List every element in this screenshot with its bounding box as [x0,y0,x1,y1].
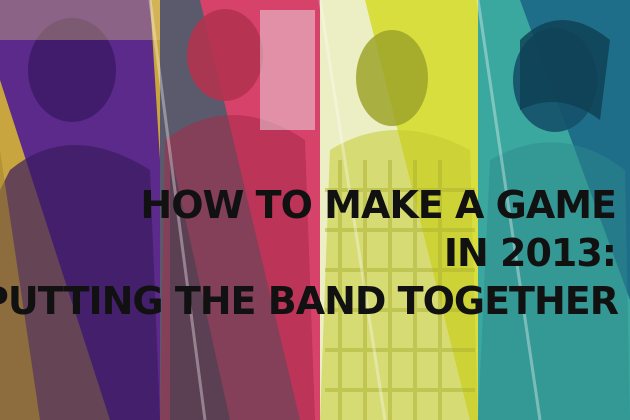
headline-line-2: IN 2013: [443,231,617,275]
headline-line-3: PUTTING THE BAND TOGETHER [0,279,619,323]
poster: HOW TO MAKE A GAME IN 2013: PUTTING THE … [0,0,630,420]
panel-1-figure [0,0,160,420]
headline-line-1: HOW TO MAKE A GAME [140,183,617,227]
